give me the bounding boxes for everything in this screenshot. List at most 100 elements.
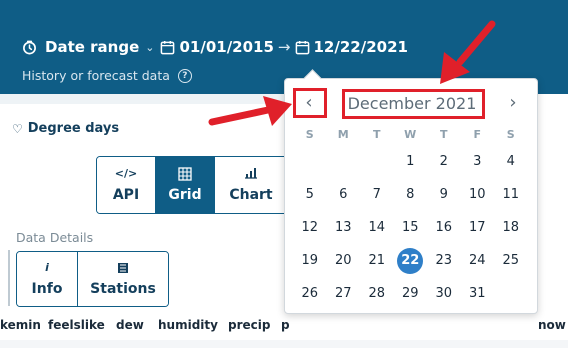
calendar-day[interactable]: 21 [360,253,394,268]
chart-icon [244,167,258,181]
stations-icon [116,261,130,275]
code-icon: </> [114,167,138,180]
info-icon: i [45,261,49,274]
calendar-week-row: 5 6 7 8 9 10 11 [293,178,528,211]
annotation-box-prev [293,88,327,118]
calendar-day[interactable]: 6 [327,187,361,202]
annotation-arrow-left [208,96,292,126]
table-header-row: kemin feelslike dew humidity precip p no… [0,318,568,334]
day-number: 14 [368,220,386,235]
calendar-day[interactable]: 3 [461,154,495,169]
day-number: 10 [468,187,486,202]
degree-days-link[interactable]: ♡ Degree days [12,121,119,136]
day-number: 29 [401,286,419,301]
calendar-day[interactable]: 20 [327,253,361,268]
day-number: 17 [468,220,486,235]
info-button[interactable]: i Info [17,252,78,306]
calendar-day[interactable]: 24 [461,253,495,268]
calendar-day[interactable]: 10 [461,187,495,202]
day-number: 31 [468,286,486,301]
chart-view-button[interactable]: Chart [215,157,287,213]
weekday-header-row: S M T W T F S [293,123,528,145]
calendar-day[interactable]: 1 [394,154,428,169]
day-number: 6 [339,187,348,202]
info-label: Info [31,281,63,297]
data-details-switcher: i Info Stations [16,251,169,307]
calendar-day[interactable]: 14 [360,220,394,235]
chart-label: Chart [229,187,273,203]
calendar-day[interactable]: 13 [327,220,361,235]
day-number: 9 [439,187,448,202]
calendar-day[interactable]: 23 [427,253,461,268]
day-number: 24 [468,253,486,268]
end-date-field[interactable]: 12/22/2021 [295,38,408,56]
day-number: 8 [406,187,415,202]
day-number: 7 [372,187,381,202]
date-range-toggle[interactable]: Date range ⌄ [22,38,160,56]
day-number: 5 [305,187,314,202]
api-label: API [112,187,140,203]
calendar-day[interactable]: 31 [461,286,495,301]
calendar-day[interactable]: 17 [461,220,495,235]
day-number: 2 [439,154,448,169]
calendar-day[interactable]: 27 [327,286,361,301]
annotation-arrow-top [440,20,496,84]
calendar-day[interactable]: 29 [394,286,428,301]
column-header[interactable]: precip [228,318,270,332]
annotation-box-month [342,89,485,119]
calendar-day[interactable]: 9 [427,187,461,202]
weekday-label: W [404,127,417,141]
calendar-day[interactable]: 16 [427,220,461,235]
day-number: 19 [301,253,319,268]
day-number: 3 [473,154,482,169]
column-header[interactable]: p [281,318,290,332]
calendar-day[interactable]: 26 [293,286,327,301]
next-month-button[interactable]: › [504,92,522,114]
day-number: 25 [502,253,520,268]
day-number: 13 [334,220,352,235]
grid-view-button[interactable]: Grid [156,157,215,213]
stations-button[interactable]: Stations [78,252,168,306]
help-icon[interactable]: ? [177,68,192,83]
calendar-day[interactable]: 8 [394,187,428,202]
calendar-day[interactable]: 2 [427,154,461,169]
column-header[interactable]: dew [116,318,144,332]
chevron-down-icon: ⌄ [145,40,155,54]
column-header[interactable]: humidity [158,318,218,332]
header-subtitle: History or forecast data ? [22,68,192,83]
day-number: 20 [334,253,352,268]
weekday-label: F [473,127,481,141]
column-header[interactable]: kemin [0,318,41,332]
day-number: 27 [334,286,352,301]
calendar-day[interactable]: 12 [293,220,327,235]
calendar-day[interactable]: 28 [360,286,394,301]
weekday-label: S [305,127,314,141]
calendar-day[interactable]: 5 [293,187,327,202]
calendar-day[interactable]: 18 [494,220,528,235]
day-number: 18 [502,220,520,235]
day-number: 30 [435,286,453,301]
calendar-week-row: 1 2 3 4 [293,145,528,178]
grid-label: Grid [168,187,202,203]
calendar-day-selected[interactable]: 22 [394,247,428,274]
data-details-label: Data Details [16,230,94,245]
clock-icon [23,40,36,54]
calendar-day[interactable]: 30 [427,286,461,301]
divider [8,250,10,306]
day-number: 16 [435,220,453,235]
bell-icon: ♡ [12,121,23,136]
day-number: 28 [368,286,386,301]
start-date-field[interactable]: 01/01/2015 [160,38,274,56]
weekday-label: M [337,127,349,141]
column-header[interactable]: now [538,318,566,332]
calendar-day[interactable]: 15 [394,220,428,235]
calendar-day[interactable]: 4 [494,154,528,169]
day-number: 22 [397,247,424,274]
column-header[interactable]: feelslike [48,318,105,332]
calendar-day[interactable]: 7 [360,187,394,202]
calendar-day[interactable]: 25 [494,253,528,268]
calendar-day[interactable]: 11 [494,187,528,202]
calendar-day[interactable]: 19 [293,253,327,268]
api-view-button[interactable]: </> API [97,157,156,213]
subtitle-text: History or forecast data [22,68,170,83]
